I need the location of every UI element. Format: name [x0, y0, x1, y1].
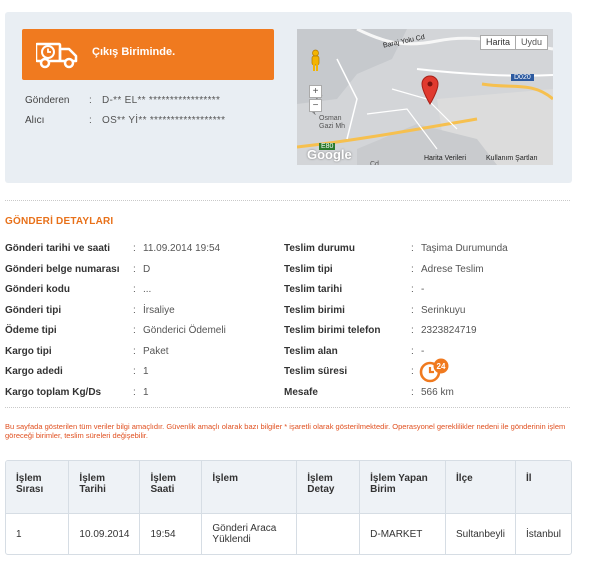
detail-value: Taşima Durumunda	[421, 243, 508, 254]
detail-value: İrsaliye	[143, 305, 175, 316]
detail-colon: :	[411, 243, 414, 254]
status-banner: Çıkış Biriminde.	[22, 29, 274, 80]
delivery-time-badge: 24	[437, 362, 446, 371]
detail-label: Teslim birimi	[284, 305, 345, 316]
detail-value: 11.09.2014 19:54	[143, 243, 221, 254]
map-highway-label: D020	[511, 74, 534, 81]
recipient-value: OS** Yİ** ******************	[102, 115, 226, 126]
detail-colon: :	[411, 284, 414, 295]
column-header: İşlem Yapan Birim	[359, 461, 447, 513]
recipient-label: Alıcı	[25, 115, 45, 126]
detail-colon: :	[411, 305, 414, 316]
sender-value: D-** EL** *****************	[102, 95, 221, 106]
disclaimer-text: Bu sayfada gösterilen tüm veriler bilgi …	[5, 422, 566, 440]
table-cell: 1	[6, 512, 70, 554]
detail-colon: :	[133, 325, 136, 336]
shipment-movements-table: İşlem Sırası İşlem Tarihi İşlem Saati İş…	[5, 460, 572, 555]
detail-label: Teslim süresi	[284, 366, 348, 377]
detail-label: Teslim alan	[284, 346, 338, 357]
detail-label: Teslim tipi	[284, 264, 333, 275]
status-text: Çıkış Biriminde.	[92, 46, 176, 58]
map-district-label: Osman Gazi Mh	[319, 115, 346, 130]
table-header-row: İşlem Sırası İşlem Tarihi İşlem Saati İş…	[6, 461, 571, 513]
column-header: İşlem	[201, 461, 298, 513]
detail-value: Gönderici Ödemeli	[143, 325, 226, 336]
detail-value: D	[143, 264, 151, 275]
detail-label: Gönderi kodu	[5, 284, 70, 295]
map-street-label-2: Cd	[370, 161, 379, 165]
detail-value: Serinkuyu	[421, 305, 466, 316]
truck-clock-icon	[36, 42, 78, 69]
table-cell: 10.09.2014	[68, 512, 141, 554]
detail-label: Gönderi tipi	[5, 305, 62, 316]
detail-label: Kargo toplam Kg/Ds	[5, 387, 102, 398]
sender-label: Gönderen	[25, 95, 70, 106]
location-map[interactable]: Baraj Yolu Cd D020 Osman Gazi Mh E80 Ahi…	[297, 29, 553, 165]
detail-value: Paket	[143, 346, 169, 357]
detail-label: Teslim tarihi	[284, 284, 343, 295]
divider	[5, 407, 570, 408]
detail-colon: :	[133, 305, 136, 316]
table-cell: Sultanbeyli	[445, 512, 516, 554]
detail-colon: :	[133, 284, 136, 295]
shipment-summary-panel: Çıkış Biriminde. Gönderen : D-** EL** **…	[5, 12, 572, 183]
table-cell: Gönderi Araca Yüklendi	[201, 512, 298, 554]
column-header: İşlem Tarihi	[68, 461, 141, 513]
detail-colon: :	[411, 346, 414, 357]
divider	[5, 200, 570, 201]
detail-colon: :	[411, 264, 414, 275]
detail-value: 1	[143, 366, 149, 377]
zoom-in-button[interactable]: +	[309, 85, 322, 98]
detail-value: -	[421, 346, 425, 357]
detail-value: 566 km	[421, 387, 454, 398]
detail-colon: :	[133, 243, 136, 254]
table-row: 1 10.09.2014 19:54 Gönderi Araca Yüklend…	[6, 512, 571, 554]
detail-label: Kargo tipi	[5, 346, 52, 357]
zoom-out-button[interactable]: −	[309, 99, 322, 112]
recipient-separator: :	[89, 115, 92, 126]
column-header: İl	[515, 461, 571, 513]
table-cell: İstanbul	[515, 512, 571, 554]
column-header: İlçe	[445, 461, 516, 513]
detail-value: 2323824719	[421, 325, 477, 336]
table-cell: D-MARKET	[359, 512, 447, 554]
detail-colon: :	[133, 264, 136, 275]
detail-value: 1	[143, 387, 149, 398]
map-type-satellite-button[interactable]: Uydu	[515, 35, 549, 50]
column-header: İşlem Saati	[139, 461, 203, 513]
table-cell: 19:54	[139, 512, 203, 554]
map-type-map-button[interactable]: Harita	[480, 35, 517, 50]
detail-label: Gönderi tarihi ve saati	[5, 243, 111, 254]
table-cell	[296, 512, 361, 554]
map-marker-icon[interactable]	[421, 75, 439, 105]
detail-label: Kargo adedi	[5, 366, 63, 377]
detail-value: -	[421, 284, 425, 295]
detail-label: Mesafe	[284, 387, 318, 398]
street-view-pegman-icon[interactable]	[309, 49, 322, 73]
detail-colon: :	[411, 366, 414, 377]
column-header: İşlem Detay	[296, 461, 361, 513]
detail-colon: :	[411, 387, 414, 398]
shipment-details-title: GÖNDERİ DETAYLARI	[5, 216, 114, 227]
google-logo: Google	[307, 147, 352, 162]
detail-colon: :	[133, 346, 136, 357]
delivery-time-24h-icon: 24	[419, 358, 449, 383]
sender-separator: :	[89, 95, 92, 106]
detail-colon: :	[133, 366, 136, 377]
column-header: İşlem Sırası	[6, 461, 70, 513]
map-data-link[interactable]: Harita Verileri	[424, 155, 466, 162]
detail-label: Gönderi belge numarası	[5, 264, 120, 275]
detail-label: Ödeme tipi	[5, 325, 57, 336]
detail-value: ...	[143, 284, 152, 295]
detail-label: Teslim durumu	[284, 243, 355, 254]
detail-label: Teslim birimi telefon	[284, 325, 381, 336]
detail-value: Adrese Teslim	[421, 264, 484, 275]
terms-of-use-link[interactable]: Kullanım Şartları	[486, 155, 538, 162]
detail-colon: :	[411, 325, 414, 336]
detail-colon: :	[133, 387, 136, 398]
